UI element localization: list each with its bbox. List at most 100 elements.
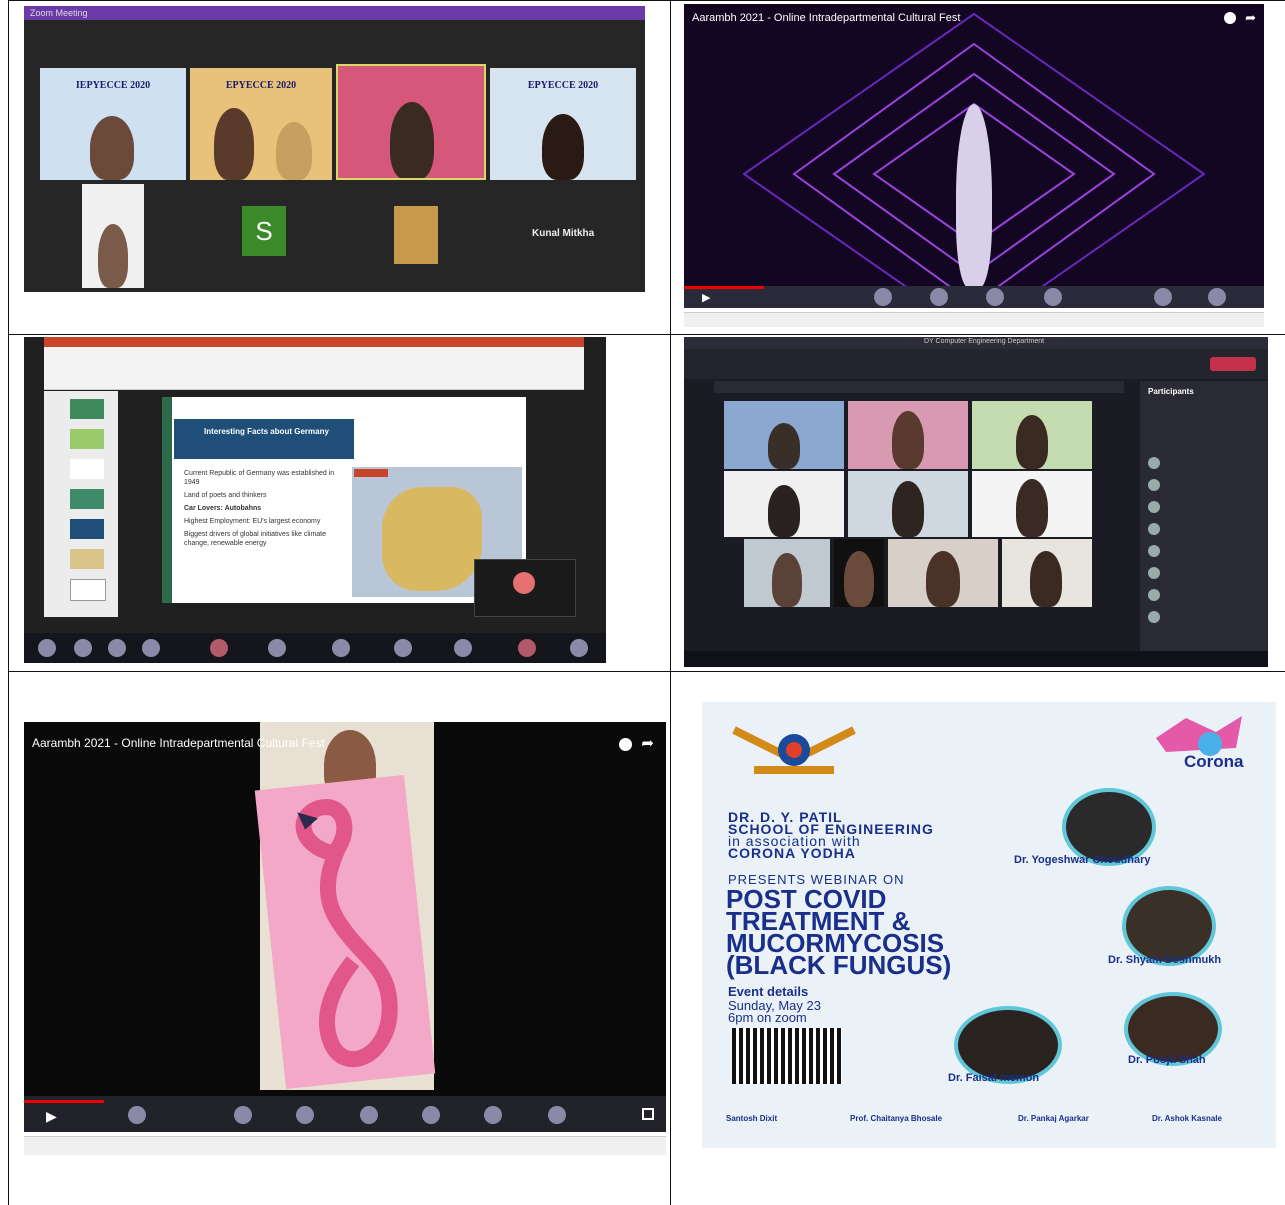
participant-figure — [98, 224, 128, 288]
meeting-control-icon[interactable] — [332, 639, 350, 657]
participant-tile-4[interactable]: EPYECCE 2020 — [490, 68, 636, 180]
ppt-ribbon — [44, 337, 584, 390]
participant-figure — [844, 551, 874, 607]
progress-bar[interactable] — [684, 286, 764, 289]
meeting-control-icon[interactable] — [394, 639, 412, 657]
avatar — [1148, 457, 1160, 469]
meeting-control-icon[interactable] — [210, 639, 228, 657]
participant-figure — [892, 481, 924, 537]
meeting-control-icon[interactable] — [74, 639, 92, 657]
slide-bullet: Land of poets and thinkers — [184, 492, 267, 499]
meeting-control-icon[interactable] — [930, 288, 948, 306]
meeting-control-icon[interactable] — [360, 1106, 378, 1124]
share-icon[interactable]: ➦ — [1245, 10, 1256, 26]
play-icon[interactable]: ▶ — [46, 1108, 57, 1125]
clock-icon[interactable] — [619, 738, 632, 751]
avatar — [1148, 501, 1160, 513]
clock-icon[interactable] — [1224, 12, 1236, 24]
participant-tile[interactable] — [848, 401, 968, 469]
avatar — [1148, 479, 1160, 491]
meeting-control-icon[interactable] — [268, 639, 286, 657]
meeting-control-icon[interactable] — [874, 288, 892, 306]
participant-figure — [892, 411, 924, 469]
participant-tile-3-active[interactable] — [336, 64, 486, 180]
zoom-gallery-screenshot: Zoom Meeting IEPYECCE 2020 EPYECCE 2020 … — [24, 6, 645, 292]
teams-toolbar — [684, 349, 1268, 379]
meeting-control-icon[interactable] — [234, 1106, 252, 1124]
slide-thumbnail[interactable] — [70, 579, 106, 601]
participant-tile-2[interactable]: EPYECCE 2020 — [190, 68, 332, 180]
participant-tile[interactable] — [834, 539, 884, 607]
participant-figure — [90, 116, 134, 180]
slide-thumbnails-pane — [44, 391, 118, 617]
meeting-control-icon[interactable] — [1154, 288, 1172, 306]
meeting-control-icon[interactable] — [128, 1106, 146, 1124]
slide-canvas[interactable]: Interesting Facts about Germany Current … — [162, 397, 526, 603]
slide-thumbnail[interactable] — [70, 519, 104, 539]
slide-accent-bar — [162, 397, 172, 603]
meeting-control-icon[interactable] — [1044, 288, 1062, 306]
map-title-tag — [354, 469, 388, 477]
speaker-name: Dr. Faisal memon — [948, 1072, 1040, 1084]
slide-bullet: Highest Employment: EU's largest economy — [184, 518, 321, 525]
participant-tile-5[interactable] — [82, 184, 144, 288]
share-icon[interactable]: ➦ — [641, 734, 654, 752]
participant-figure — [768, 485, 800, 537]
participant-figure — [1016, 415, 1048, 469]
meeting-control-icon[interactable] — [454, 639, 472, 657]
participant-figure — [214, 108, 254, 180]
footer-name: Dr. Ashok Kasnale — [1152, 1114, 1222, 1123]
meeting-control-icon[interactable] — [422, 1106, 440, 1124]
participant-tile[interactable] — [744, 539, 830, 607]
video-call-popup[interactable] — [474, 559, 576, 617]
meeting-control-icon[interactable] — [548, 1106, 566, 1124]
qr-code[interactable] — [732, 1028, 842, 1084]
teams-meeting-screenshot: DY Computer Engineering Department Parti… — [684, 337, 1268, 667]
participant-tile[interactable] — [972, 401, 1092, 469]
participant-tile-7[interactable] — [394, 206, 438, 264]
poster-event-details: Event details — [728, 984, 809, 999]
meeting-control-icon[interactable] — [38, 639, 56, 657]
webinar-poster: Corona DR. D. Y. PATIL SCHOOL OF ENGINEE… — [702, 702, 1276, 1148]
participant-tile[interactable] — [724, 401, 844, 469]
progress-bar[interactable] — [24, 1100, 104, 1103]
play-icon[interactable]: ▶ — [702, 291, 710, 304]
divider-middle — [670, 0, 671, 1205]
participant-avatar-tile[interactable]: S — [242, 206, 286, 256]
fullscreen-icon[interactable] — [642, 1108, 654, 1120]
slide-thumbnail[interactable] — [70, 399, 104, 419]
college-logo — [724, 710, 864, 776]
slide-thumbnail[interactable] — [70, 429, 104, 449]
participant-tile[interactable] — [724, 471, 844, 537]
participant-name-tile[interactable]: Kunal Mitkha — [532, 228, 594, 239]
participant-tile[interactable] — [1002, 539, 1092, 607]
meeting-control-icon[interactable] — [108, 639, 126, 657]
avatar — [1148, 545, 1160, 557]
meeting-control-icon[interactable] — [518, 639, 536, 657]
meeting-control-icon[interactable] — [986, 288, 1004, 306]
avatar — [1148, 611, 1160, 623]
participant-tile-1[interactable]: IEPYECCE 2020 — [40, 68, 186, 180]
slide-thumbnail[interactable] — [70, 489, 104, 509]
video-grid — [724, 401, 1092, 607]
participant-tile[interactable] — [848, 471, 968, 537]
tile-heading: EPYECCE 2020 — [225, 80, 297, 91]
participant-tile[interactable] — [972, 471, 1092, 537]
participant-tile[interactable] — [888, 539, 998, 607]
slide-thumbnail[interactable] — [70, 549, 104, 569]
painting-video-screenshot: Aarambh 2021 - Online Intradepartmental … — [24, 722, 666, 1132]
video-controls-bar: ▶ — [24, 1096, 666, 1132]
slide-bullet: Current Republic of Germany was establis… — [184, 470, 335, 486]
meeting-control-icon[interactable] — [1208, 288, 1226, 306]
poster-time: 6pm on zoom — [728, 1010, 807, 1025]
participant-figure — [772, 553, 802, 607]
leave-button[interactable] — [1210, 357, 1256, 371]
meeting-control-icon[interactable] — [484, 1106, 502, 1124]
meeting-control-icon[interactable] — [570, 639, 588, 657]
meeting-control-icon[interactable] — [142, 639, 160, 657]
tile-heading: EPYECCE 2020 — [527, 80, 599, 91]
slide-thumbnail[interactable] — [70, 459, 104, 479]
meeting-control-icon[interactable] — [296, 1106, 314, 1124]
collage-grid: Zoom Meeting IEPYECCE 2020 EPYECCE 2020 … — [8, 0, 1285, 1205]
zoom-title-bar: Zoom Meeting — [24, 6, 645, 20]
